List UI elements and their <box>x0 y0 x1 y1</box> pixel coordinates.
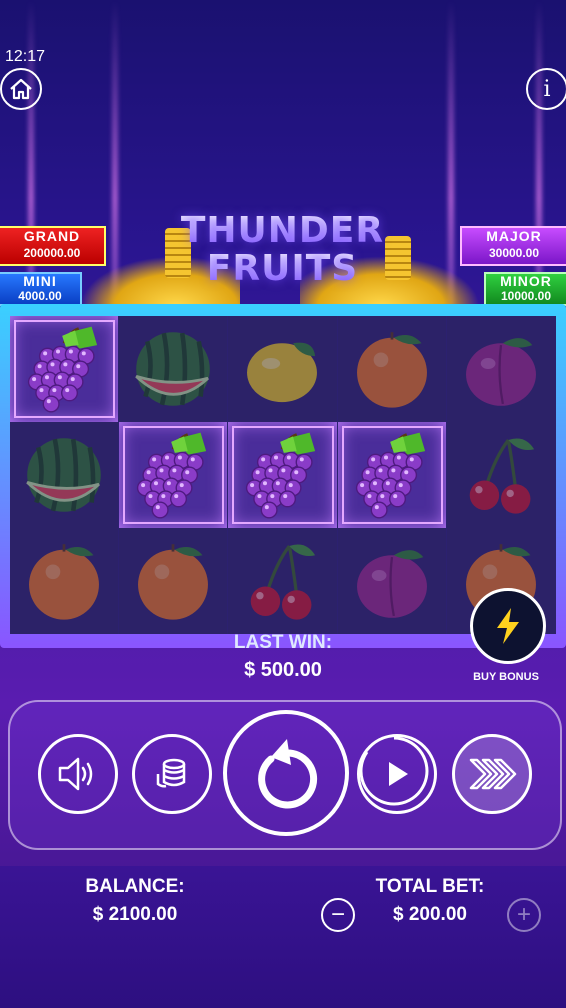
reel-cell <box>119 422 229 528</box>
orange-icon <box>29 544 100 620</box>
increase-bet-button[interactable]: + <box>507 898 541 932</box>
home-icon <box>10 78 32 100</box>
spin-button[interactable] <box>223 710 349 836</box>
reel-cell <box>228 316 338 422</box>
logo-line-1: THUNDER <box>160 212 405 250</box>
reel-cell <box>337 528 447 634</box>
reel-cell <box>10 528 120 634</box>
jackpot-name: GRAND <box>23 228 81 244</box>
reel-cell <box>119 528 229 634</box>
reel-cell <box>228 528 338 634</box>
reel-cell <box>10 422 120 528</box>
plum-icon <box>356 550 427 618</box>
reel-cell <box>446 422 556 528</box>
orange-icon <box>138 544 209 620</box>
buy-bonus-button[interactable] <box>470 588 546 664</box>
fast-forward-icon <box>469 758 517 790</box>
bet-settings-button[interactable] <box>132 734 212 814</box>
decrease-bet-button[interactable]: − <box>321 898 355 932</box>
orange-icon <box>356 332 427 408</box>
plum-icon <box>466 338 537 406</box>
logo-line-2: FRUITS <box>160 250 405 288</box>
grapes-icon <box>355 432 425 519</box>
grapes-icon <box>137 432 207 519</box>
plus-icon: + <box>516 901 531 928</box>
autoplay-ring-icon <box>359 736 429 806</box>
info-button[interactable]: i <box>526 68 566 110</box>
jackpot-name: MAJOR <box>486 228 542 244</box>
game-logo: THUNDER FRUITS <box>160 212 405 292</box>
buy-bonus-label: BUY BONUS <box>473 671 539 683</box>
watermelon-icon <box>26 438 101 512</box>
grapes-icon <box>246 432 316 519</box>
jackpot-value: 10000.00 <box>500 289 552 303</box>
reel-cell <box>337 316 447 422</box>
lemon-icon <box>247 342 318 403</box>
reel-cell <box>337 422 447 528</box>
home-button[interactable] <box>0 68 42 110</box>
sound-button[interactable] <box>38 734 118 814</box>
reel-cell <box>446 316 556 422</box>
speaker-icon <box>58 757 93 791</box>
total-bet-label: TOTAL BET: <box>375 876 485 897</box>
cherry-icon <box>470 438 535 514</box>
grapes-icon <box>27 326 98 413</box>
minus-icon: − <box>330 901 345 928</box>
status-time: 12:17 <box>5 48 46 65</box>
info-icon: i <box>543 76 551 102</box>
autoplay-button[interactable] <box>357 734 437 814</box>
jackpot-minor: MINOR 10000.00 <box>484 272 566 306</box>
balance-label: BALANCE: <box>85 876 185 897</box>
balance-value: $ 2100.00 <box>92 904 178 925</box>
jackpot-name: MINOR <box>500 273 552 289</box>
jackpot-value: 4000.00 <box>18 289 62 303</box>
jackpot-mini: MINI 4000.00 <box>0 272 82 306</box>
spin-arrow-icon <box>258 739 318 809</box>
turbo-button[interactable] <box>452 734 532 814</box>
reel-cell <box>228 422 338 528</box>
reel-grid <box>10 316 556 634</box>
reel-cell <box>10 316 120 422</box>
total-bet-value: $ 200.00 <box>393 904 467 925</box>
lightning-icon <box>497 608 519 644</box>
cherry-icon <box>251 544 316 620</box>
coin-stack-icon <box>156 758 186 788</box>
watermelon-icon <box>135 332 211 406</box>
reel-cell <box>119 316 229 422</box>
jackpot-name: MINI <box>23 273 57 289</box>
top-bar: 12:17 i <box>0 0 566 120</box>
